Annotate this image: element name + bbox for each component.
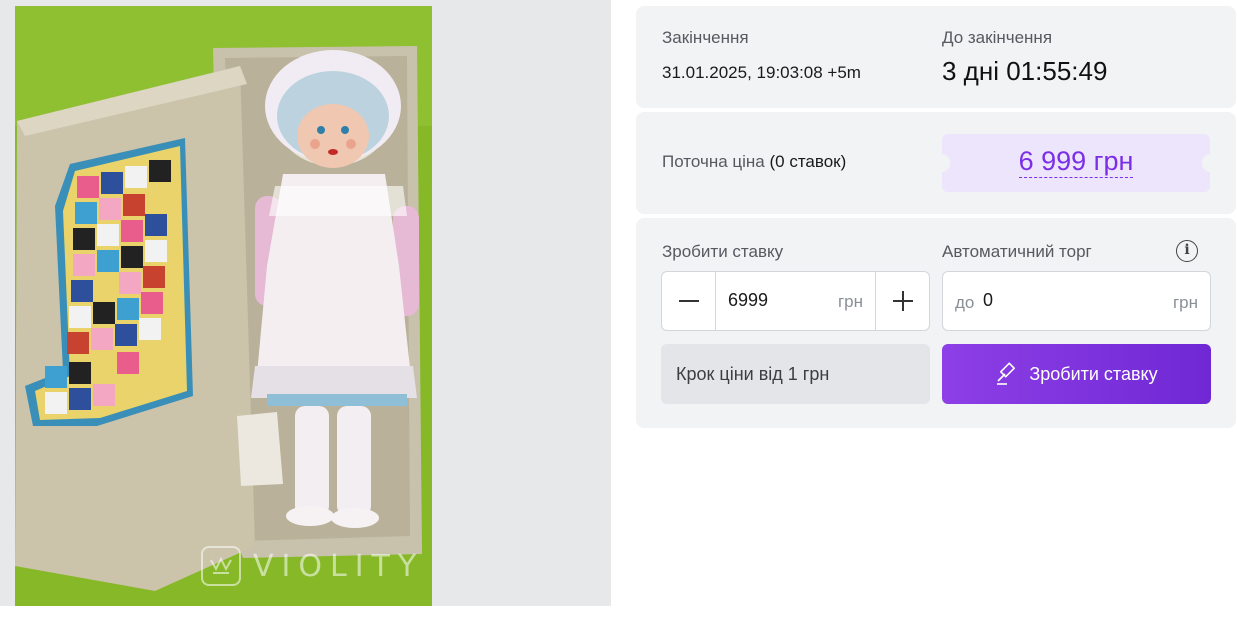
auto-bid-value[interactable]: 0 xyxy=(983,290,993,311)
current-price-amount[interactable]: 6 999 грн xyxy=(1018,146,1134,178)
doll-photo-illustration xyxy=(15,6,432,606)
plus-icon xyxy=(892,291,913,311)
place-bid-label: Зробити ставку xyxy=(1029,363,1158,384)
minus-icon xyxy=(678,300,699,302)
end-datetime: 31.01.2025, 19:03:08 +5m xyxy=(662,63,861,82)
time-left-countdown: 3 дні 01:55:49 xyxy=(942,56,1108,86)
current-price-value[interactable]: 6 999 грн xyxy=(942,146,1210,178)
price-card: Поточна ціна (0 ставок) 6 999 грн xyxy=(636,112,1236,214)
timer-card: Закінчення 31.01.2025, 19:03:08 +5m До з… xyxy=(636,6,1236,108)
increase-bid-button[interactable] xyxy=(875,272,929,330)
bid-amount-input[interactable]: 6999 грн xyxy=(716,272,875,330)
price-ticket: 6 999 грн xyxy=(934,134,1218,192)
decrease-bid-button[interactable] xyxy=(662,272,716,330)
bids-count: (0 ставок) xyxy=(769,152,847,171)
auto-bid-currency: грн xyxy=(1172,293,1198,312)
price-step-text: Крок ціни від 1 грн xyxy=(676,364,830,384)
gavel-icon xyxy=(995,362,1019,386)
image-gallery: VIOLITY xyxy=(0,0,611,606)
crown-icon xyxy=(201,546,241,586)
watermark-text: VIOLITY xyxy=(253,548,425,584)
auto-bid-prefix: до xyxy=(955,293,975,312)
bid-currency: грн xyxy=(837,292,863,311)
bid-amount-stepper: 6999 грн xyxy=(661,271,930,331)
bid-amount-value[interactable]: 6999 xyxy=(728,290,768,311)
watermark: VIOLITY xyxy=(201,546,424,586)
current-price-label: Поточна ціна (0 ставок) xyxy=(662,152,846,172)
current-price-text: Поточна ціна xyxy=(662,152,765,171)
make-bid-label: Зробити ставку xyxy=(662,242,784,261)
end-label: Закінчення xyxy=(662,28,749,47)
auto-bid-input[interactable]: до 0 грн xyxy=(942,271,1211,331)
lot-photo[interactable]: VIOLITY xyxy=(15,6,432,606)
price-step-info: Крок ціни від 1 грн xyxy=(661,344,930,404)
bid-card: Зробити ставку Автоматичний торг i 6999 … xyxy=(636,218,1236,428)
auto-bid-label: Автоматичний торг xyxy=(942,242,1092,261)
place-bid-button[interactable]: Зробити ставку xyxy=(942,344,1211,404)
time-left-label: До закінчення xyxy=(942,28,1053,47)
info-icon[interactable]: i xyxy=(1176,240,1198,262)
